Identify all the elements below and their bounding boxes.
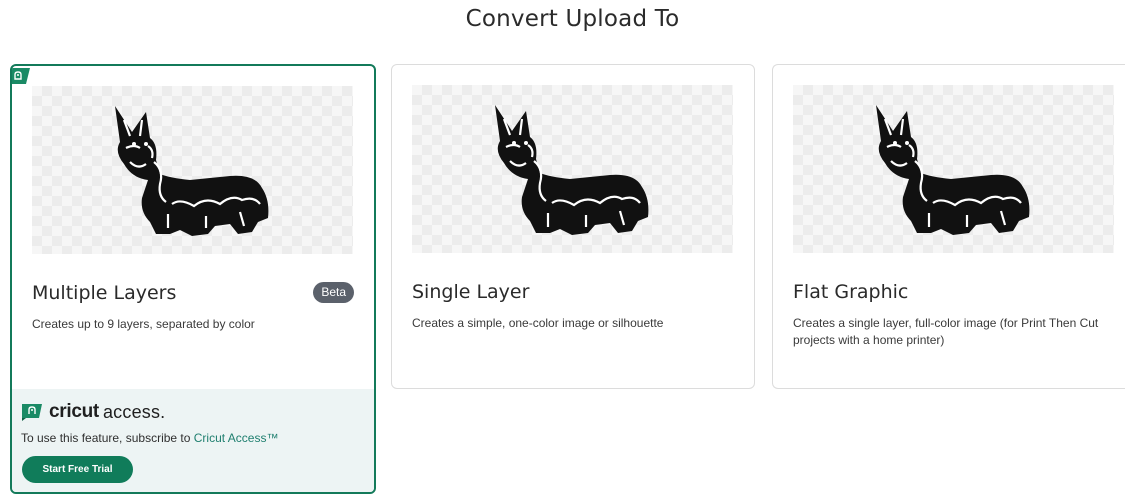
cricut-access-panel: cricut access. To use this feature, subs… <box>12 389 374 492</box>
card-description: Creates a simple, one-color image or sil… <box>412 316 664 330</box>
corgi-silhouette-image <box>115 106 269 236</box>
cricut-access-link[interactable]: Cricut Access™ <box>194 431 279 445</box>
cricut-access-icon <box>12 68 30 84</box>
card-description: Creates a single layer, full-color image… <box>793 316 1099 347</box>
card-title: Multiple Layers <box>32 282 177 304</box>
image-preview <box>32 86 353 254</box>
image-preview <box>793 85 1114 253</box>
card-description: Creates up to 9 layers, separated by col… <box>32 317 255 331</box>
option-card-multiple-layers[interactable]: Multiple Layers Beta Creates up to 9 lay… <box>10 64 376 494</box>
brand-access: access. <box>102 401 166 422</box>
access-text-prefix: To use this feature, subscribe to <box>21 431 194 445</box>
card-title: Flat Graphic <box>793 281 909 303</box>
option-card-single-layer[interactable]: Single Layer Creates a simple, one-color… <box>391 64 755 389</box>
start-free-trial-button[interactable]: Start Free Trial <box>22 456 133 483</box>
access-subscribe-text: To use this feature, subscribe to Cricut… <box>21 431 278 445</box>
page-title: Convert Upload To <box>465 6 680 32</box>
cricut-access-logo: cricut access. <box>21 401 165 423</box>
image-preview <box>412 85 733 253</box>
beta-badge: Beta <box>313 282 354 303</box>
corgi-silhouette-image <box>876 105 1030 235</box>
cricut-access-icon <box>22 404 42 421</box>
option-card-flat-graphic[interactable]: Flat Graphic Creates a single layer, ful… <box>772 64 1125 389</box>
corgi-silhouette-image <box>495 105 649 235</box>
brand-cricut: cricut <box>49 401 99 422</box>
card-title: Single Layer <box>412 281 530 303</box>
